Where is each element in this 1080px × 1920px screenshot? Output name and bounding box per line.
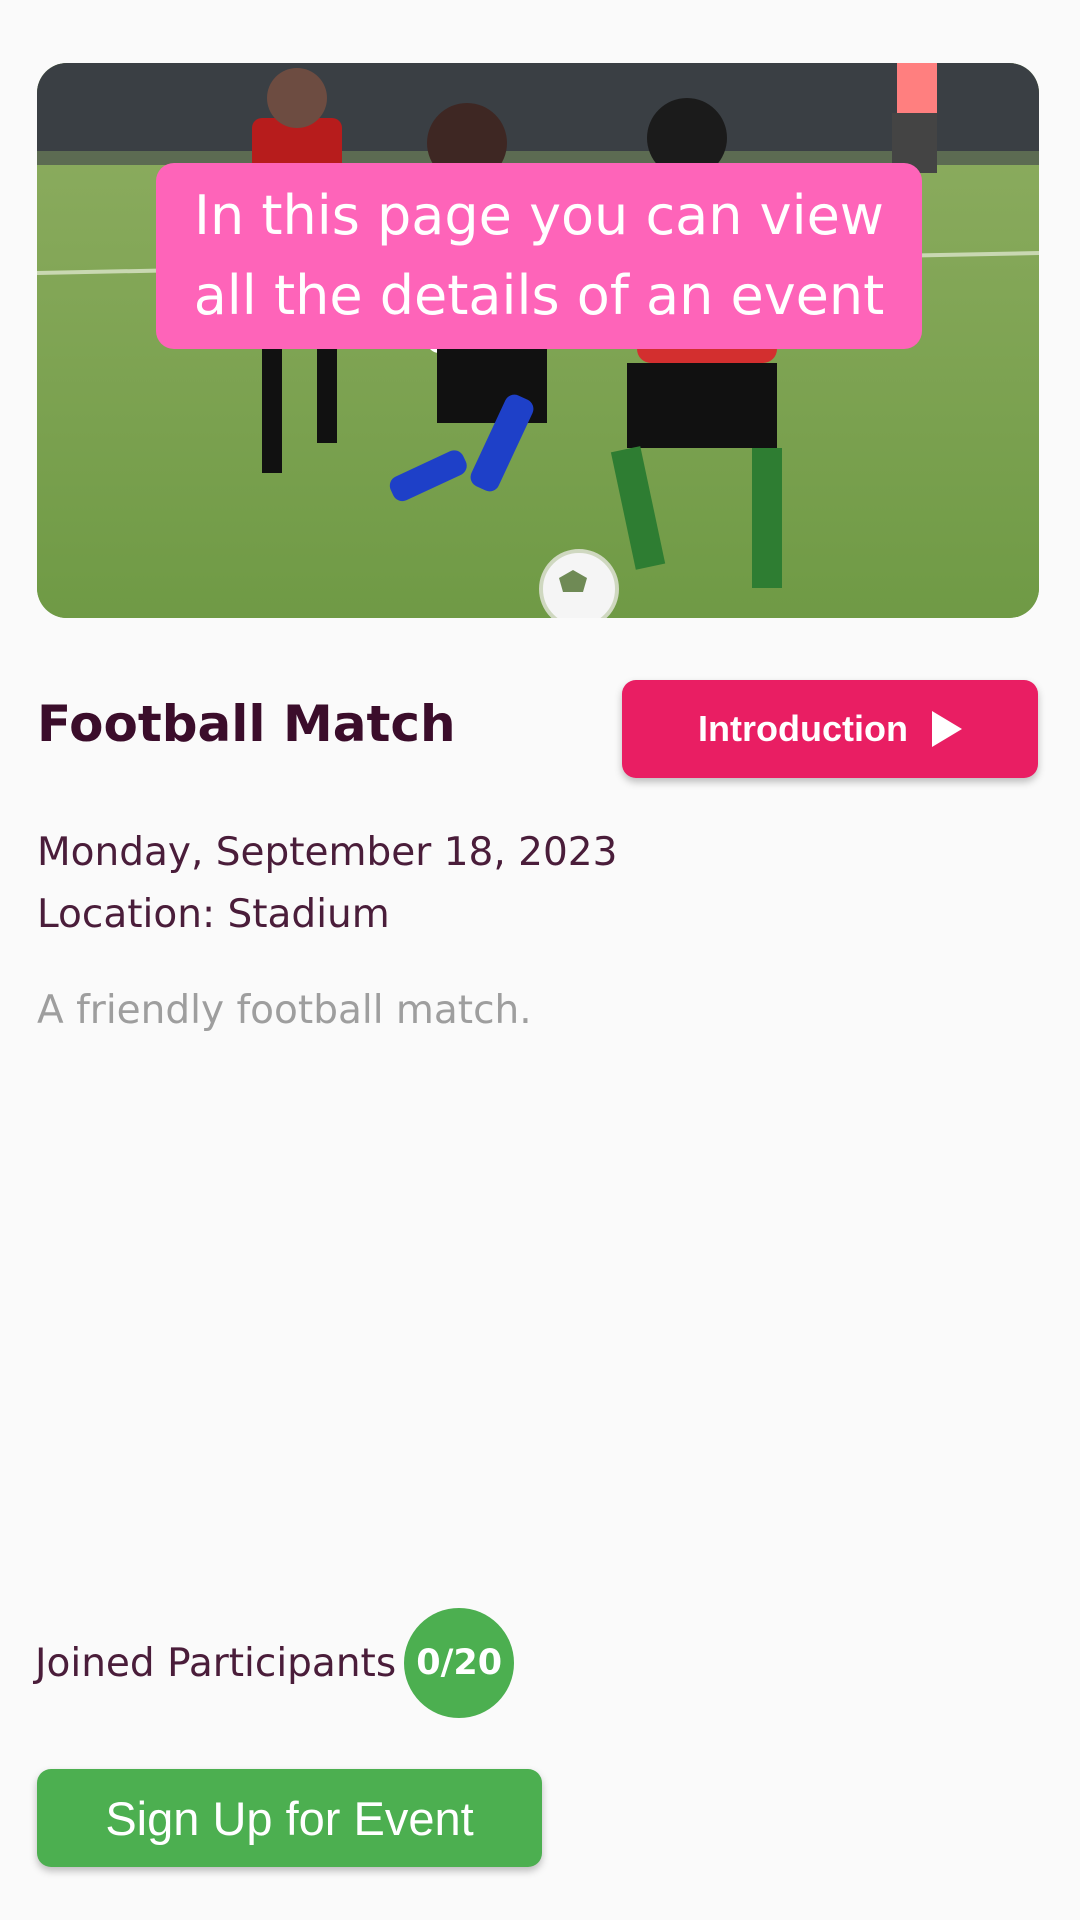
participants-count-badge: 0/20 — [404, 1608, 515, 1718]
event-date: Monday, September 18, 2023 — [37, 830, 618, 875]
sign-up-button[interactable]: Sign Up for Event — [37, 1769, 542, 1867]
event-meta: Monday, September 18, 2023 Location: Sta… — [37, 822, 617, 946]
joined-participants: Joined Participants 0/20 — [35, 1608, 515, 1718]
play-icon — [931, 711, 962, 747]
tooltip-line-2: all the details of an event — [193, 264, 885, 327]
event-description: A friendly football match. — [37, 988, 532, 1033]
tooltip-line-1: In this page you can view — [194, 184, 884, 247]
introduction-button-label: Introduction — [698, 708, 908, 749]
event-location: Location: Stadium — [37, 892, 390, 937]
introduction-button[interactable]: Introduction — [622, 680, 1038, 778]
event-title: Football Match — [37, 695, 456, 753]
participants-label: Joined Participants — [35, 1640, 397, 1686]
help-tooltip: In this page you can view all the detail… — [156, 163, 922, 349]
